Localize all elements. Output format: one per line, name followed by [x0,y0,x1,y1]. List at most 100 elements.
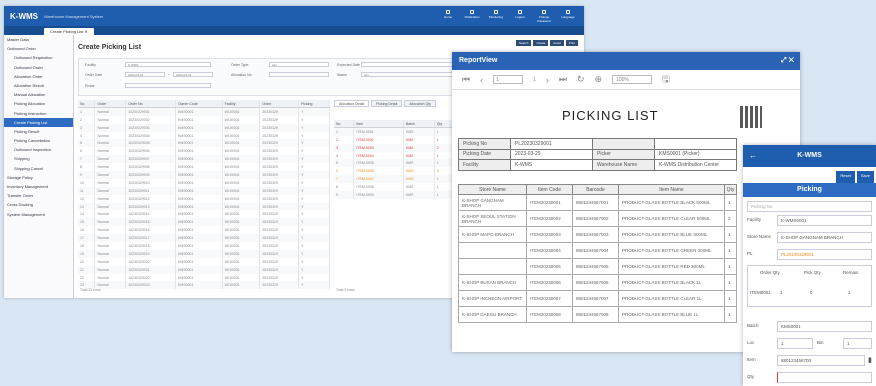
sidebar-item[interactable]: Create Picking List [4,117,73,127]
loc-field[interactable]: 1 [777,338,813,349]
grid-header-cell[interactable]: Owner Code [175,100,223,109]
table-row[interactable]: 11 Normal 10230329011 KMS0001 W100001 2023032… [78,186,330,195]
picking-no-input[interactable]: Picking No [747,201,872,212]
sidebar-item[interactable]: Allocation Order [4,72,73,81]
toolbar-button[interactable]: Excel [550,40,564,46]
table-row[interactable]: 15 Normal 10230329015 KMS0001 W100001 2023032… [78,218,330,227]
table-row[interactable]: 21 Normal 10230329021 KMS0001 W100001 2023032… [78,265,330,274]
sidebar-item[interactable]: Outbound Requisition [4,53,73,62]
table-row[interactable]: 9 ITEM-0009 KMS 1 [334,191,459,199]
header-icon-button[interactable]: Notification [464,9,480,23]
item-field[interactable]: 880123456700 [777,355,865,366]
sidebar-item[interactable]: Master Data [4,35,73,44]
detail-header-cell[interactable]: Item [353,120,404,129]
next-page-icon[interactable]: › [546,75,549,85]
pl-field[interactable]: PL20230329001 [777,249,872,260]
sidebar-item[interactable]: Outbound Order [4,63,73,72]
order-date-to[interactable]: 2023-03-31 [173,72,213,77]
toolbar-button[interactable]: Create [533,40,549,46]
table-row[interactable]: 2 ITEM-0002 KMS 1 [334,135,459,144]
header-icon-button[interactable]: Change Password [536,9,552,23]
table-row[interactable]: 5 ITEM-0005 KMS 1 [334,159,459,168]
grid-header-cell[interactable]: Order [94,100,127,109]
sidebar-item[interactable]: Inventory Management [4,182,73,191]
grid-header-cell[interactable]: No [78,100,96,109]
header-icon-button[interactable]: Monitoring [488,9,504,23]
header-icon-button[interactable]: Home [440,9,456,23]
sidebar-item[interactable]: System Management [4,210,73,219]
grid-header-cell[interactable]: Facility [222,100,261,109]
table-row[interactable]: 1 Normal 10230329001 KMS0001 W100001 20230329… [78,107,330,116]
table-row[interactable]: 22 Normal 10230329022 KMS0001 W100001 2023032… [78,273,330,282]
bin-field[interactable]: 1 [843,338,872,349]
table-row[interactable]: 4 Normal 10230329004 KMS0001 W100001 20230329… [78,131,330,140]
table-row[interactable]: 8 Normal 10230329008 KMS0001 W100001 20230329… [78,163,330,172]
grid-header-cell[interactable]: Order No [125,100,177,109]
prev-page-icon[interactable]: ‹ [480,75,483,85]
zoom-select[interactable]: 100% [612,75,653,84]
expected-date-input[interactable] [361,62,453,67]
table-row[interactable]: 12 Normal 10230329012 KMS0001 W100001 2023032… [78,194,330,203]
table-row[interactable]: 8 ITEM-0008 KMS 1 [334,183,459,192]
sidebar-item[interactable]: Shipping Cancel [4,164,73,173]
detail-tab[interactable]: Picking Detail [371,100,403,107]
back-icon[interactable]: ← [749,145,757,167]
report-window-controls[interactable]: ⤢ ✕ [781,52,794,70]
detail-tab[interactable]: Allocation Detail [334,100,370,107]
sidebar-item[interactable]: Picking Instruction [4,109,73,118]
table-row[interactable]: 3 ITEM-0003 KMS 2 [334,143,459,152]
tab-create-picking-list[interactable]: Create Picking List ✕ [44,28,94,35]
table-row[interactable]: 20 Normal 10230329020 KMS0001 W100001 2023032… [78,257,330,266]
table-row[interactable]: 5 Normal 10230329005 KMS0001 W100001 20230329… [78,139,330,148]
table-row[interactable]: 9 Normal 10230329009 KMS0001 W100001 20230329… [78,171,330,179]
detail-tab[interactable]: Allocation Qty [404,100,436,107]
sidebar-item[interactable]: Shipping [4,154,73,163]
last-page-icon[interactable]: ⏭ [559,74,567,85]
save-button[interactable]: Save [856,171,874,183]
sidebar-item[interactable]: Picking Result [4,127,73,136]
detail-header-cell[interactable]: No [334,120,355,129]
toolbar-button[interactable]: Print [565,40,578,46]
sidebar-item[interactable]: Manual Allocation [4,90,73,99]
table-row[interactable]: 3 Normal 10230329003 KMS0001 W100001 20230329… [78,123,330,132]
batch-field[interactable]: KMS0001 [777,321,872,332]
store-field[interactable]: K-SHOP GANGNAM BRANCH [777,232,872,243]
grid-header-cell[interactable]: Order [259,100,300,109]
table-row[interactable]: 1 ITEM-0001 KMS 1 [334,127,459,136]
header-icon-button[interactable]: Logout [512,9,528,23]
sidebar-item[interactable]: Allocation Result [4,81,73,90]
sidebar-item[interactable]: Picking Allocation [4,99,73,108]
refresh-icon[interactable]: ↻ [577,74,585,85]
sidebar-item[interactable]: Cross Docking [4,200,73,209]
table-row[interactable]: 7 Normal 10230329007 KMS0001 W100001 20230329… [78,155,330,164]
table-row[interactable]: 13 Normal 10230329013 KMS0001 W100001 2023032… [78,202,330,211]
allocation-no-input[interactable] [269,72,329,77]
grid-header-cell[interactable]: Picking [298,100,330,109]
table-row[interactable]: 18 Normal 10230329018 KMS0001 W100001 2023032… [78,242,330,250]
table-row[interactable]: 17 Normal 10230329017 KMS0001 W100001 2023032… [78,234,330,243]
table-row[interactable]: 23 Normal 10230329023 KMS0001 W100001 2023032… [78,281,330,290]
picker-input[interactable] [125,83,211,88]
sidebar-item[interactable]: Picking Cancellation [4,136,73,145]
table-row[interactable]: 6 Normal 10230329006 KMS0001 W100001 20230329… [78,147,330,156]
zoom-in-icon[interactable]: ⊕ [595,74,603,85]
toolbar-button[interactable]: Search [515,40,532,46]
table-row[interactable]: 7 ITEM-0007 KMS 1 [334,175,459,184]
sidebar-item[interactable]: Storage Policy [4,173,73,182]
page-input[interactable]: 1 [493,75,524,84]
sidebar-item[interactable]: Outbound Order [4,44,73,53]
first-page-icon[interactable]: ⏮ [462,74,470,85]
qty-field[interactable] [777,372,872,383]
order-type-select[interactable]: ALL [269,62,329,67]
table-row[interactable]: 4 ITEM-0004 KMS 1 [334,151,459,160]
header-icon-button[interactable]: Language [560,9,576,23]
detail-header-cell[interactable]: Batch [403,120,435,129]
export-icon[interactable]: 🖫 [662,72,670,88]
barcode-scan-icon[interactable]: ▮ [868,356,872,364]
table-row[interactable]: 14 Normal 10230329014 KMS0001 W100001 2023032… [78,210,330,219]
table-row[interactable]: 2 Normal 10230329002 KMS0001 W100001 20230329… [78,115,330,124]
table-row[interactable]: 10 Normal 10230329010 KMS0001 W100001 2023032… [78,178,330,187]
table-row[interactable]: 6 ITEM-0006 KMS 3 [334,167,459,176]
facility-field[interactable]: K-WMS0001 [777,215,872,226]
order-date-from[interactable]: 2023-03-01 [125,72,165,77]
